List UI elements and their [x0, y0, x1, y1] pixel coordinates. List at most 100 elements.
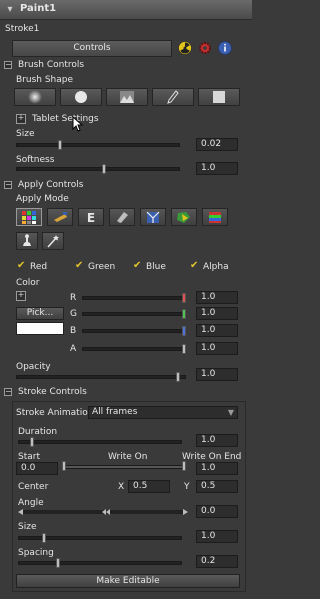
- pen-icon: [167, 90, 179, 104]
- stroke-controls-header[interactable]: − Stroke Controls: [4, 387, 248, 399]
- opacity-slider-thumb[interactable]: [176, 372, 180, 382]
- clone-mode-button[interactable]: [47, 208, 73, 226]
- magic-wand-icon: [47, 235, 59, 248]
- merge-mode-button[interactable]: [140, 208, 166, 226]
- expand-icon[interactable]: +: [16, 114, 28, 124]
- angle-value-field[interactable]: 0.0: [196, 505, 238, 518]
- size-slider-thumb[interactable]: [58, 140, 62, 150]
- eraser-icon: [117, 212, 128, 223]
- spacing-slider[interactable]: [18, 561, 182, 565]
- softness-slider[interactable]: [16, 167, 180, 171]
- opacity-value-field[interactable]: 1.0: [196, 368, 238, 381]
- write-on-start-thumb[interactable]: [62, 461, 66, 471]
- collapse-toggle-icon[interactable]: −: [4, 61, 12, 69]
- chevron-down-icon: ▼: [227, 408, 234, 417]
- center-y-label: Y: [184, 482, 190, 492]
- r-value-field[interactable]: 1.0: [196, 291, 238, 304]
- b-slider[interactable]: [82, 329, 186, 333]
- pick-color-button[interactable]: Pick...: [16, 307, 64, 320]
- stroke-name-label: Stroke1: [5, 24, 40, 34]
- g-slider[interactable]: [82, 312, 186, 316]
- circle-icon: [75, 91, 87, 103]
- size-value-field[interactable]: 0.02: [196, 138, 238, 151]
- alpha-checkbox[interactable]: ✔: [190, 261, 199, 271]
- spacing-value-field[interactable]: 0.2: [196, 555, 238, 568]
- rainbow-icon: [209, 212, 221, 223]
- duration-slider[interactable]: [18, 440, 182, 444]
- write-on-end-value-field[interactable]: 1.0: [196, 462, 238, 475]
- softness-slider-thumb[interactable]: [102, 164, 106, 174]
- stroke-size-slider-thumb[interactable]: [42, 533, 46, 543]
- write-on-range-slider[interactable]: [62, 465, 186, 469]
- image-icon: [120, 91, 134, 103]
- wire-removal-mode-button[interactable]: [202, 208, 228, 226]
- smear-mode-button[interactable]: [171, 208, 197, 226]
- center-x-value-field[interactable]: 0.5: [128, 480, 170, 493]
- soft-circle-icon: [28, 90, 42, 104]
- a-slider-thumb[interactable]: [182, 344, 186, 354]
- info-icon[interactable]: [218, 41, 232, 55]
- collapse-toggle-icon[interactable]: −: [4, 388, 12, 396]
- stroke-animation-dropdown[interactable]: All frames ▼: [88, 406, 238, 419]
- apply-controls-header[interactable]: − Apply Controls: [4, 180, 248, 192]
- spacing-slider-thumb[interactable]: [56, 558, 60, 568]
- node-header[interactable]: ▾ Paint1: [0, 0, 252, 20]
- erase-mode-button[interactable]: [109, 208, 135, 226]
- square-icon: [213, 91, 225, 103]
- pen-brush-button[interactable]: [152, 88, 194, 106]
- color-mode-button[interactable]: [16, 208, 42, 226]
- emboss-mode-button[interactable]: E: [78, 208, 104, 226]
- red-checkbox-label: Red: [30, 262, 48, 272]
- write-on-label: Write On: [108, 452, 148, 462]
- radiation-icon[interactable]: [178, 41, 192, 55]
- brush-controls-header[interactable]: − Brush Controls: [4, 60, 248, 72]
- collapse-toggle-icon[interactable]: −: [4, 181, 12, 189]
- angle-slider[interactable]: [18, 508, 188, 516]
- write-on-end-thumb[interactable]: [182, 461, 186, 471]
- g-slider-thumb[interactable]: [182, 309, 186, 319]
- tab-bar: Controls: [12, 40, 237, 57]
- image-brush-button[interactable]: [106, 88, 148, 106]
- center-y-value-field[interactable]: 0.5: [196, 480, 238, 493]
- size-slider[interactable]: [16, 143, 180, 147]
- r-label: R: [70, 293, 77, 303]
- a-value-field[interactable]: 1.0: [196, 342, 238, 355]
- wand-mode-button[interactable]: [42, 232, 64, 250]
- stamp-mode-button[interactable]: [16, 232, 38, 250]
- soft-brush-button[interactable]: [14, 88, 56, 106]
- angle-slider-track-icon: [18, 509, 188, 515]
- node-title: Paint1: [20, 3, 57, 14]
- circle-brush-button[interactable]: [60, 88, 102, 106]
- stamp-tool-icon: [23, 234, 31, 246]
- green-checkbox[interactable]: ✔: [75, 261, 84, 271]
- stroke-size-value-field[interactable]: 1.0: [196, 530, 238, 543]
- tablet-settings-label[interactable]: Tablet Settings: [32, 114, 99, 124]
- r-slider-thumb[interactable]: [182, 293, 186, 303]
- start-value-field[interactable]: 0.0: [16, 462, 58, 475]
- duration-slider-thumb[interactable]: [30, 437, 34, 447]
- red-checkbox[interactable]: ✔: [17, 261, 26, 271]
- collapse-icon[interactable]: ▾: [4, 4, 16, 16]
- blue-checkbox[interactable]: ✔: [133, 261, 142, 271]
- green-checkbox-label: Green: [88, 262, 116, 272]
- a-slider[interactable]: [82, 347, 186, 351]
- color-expand-icon[interactable]: +: [16, 291, 26, 301]
- color-swatch[interactable]: [16, 322, 64, 335]
- opacity-slider[interactable]: [16, 375, 186, 379]
- b-slider-thumb[interactable]: [182, 326, 186, 336]
- make-editable-button[interactable]: Make Editable: [16, 574, 240, 588]
- r-slider[interactable]: [82, 296, 186, 300]
- gear-icon[interactable]: [198, 41, 212, 55]
- center-label: Center: [18, 482, 49, 492]
- a-label: A: [70, 344, 77, 354]
- softness-value-field[interactable]: 1.0: [196, 162, 238, 175]
- opacity-label: Opacity: [16, 362, 51, 372]
- tab-controls[interactable]: Controls: [12, 40, 172, 57]
- square-brush-button[interactable]: [198, 88, 240, 106]
- brush-shape-label: Brush Shape: [16, 75, 74, 85]
- duration-value-field[interactable]: 1.0: [196, 434, 238, 447]
- brush-shape-buttons: [14, 88, 244, 108]
- b-value-field[interactable]: 1.0: [196, 324, 238, 337]
- mouse-cursor-icon: [72, 116, 84, 132]
- g-value-field[interactable]: 1.0: [196, 307, 238, 320]
